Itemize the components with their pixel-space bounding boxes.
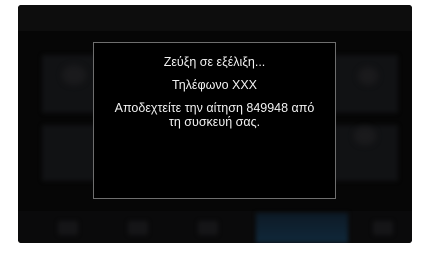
- pairing-status-title: Ζεύξη σε εξέλιξη...: [163, 55, 266, 69]
- pairing-instruction-line: Αποδεχτείτε την αίτηση 849948 από: [114, 101, 315, 115]
- pairing-dialog: Ζεύξη σε εξέλιξη... Τηλέφωνο XXX Αποδεχτ…: [93, 42, 336, 199]
- dimmed-bottom-icon: [128, 221, 148, 235]
- dimmed-tile-icon: [354, 127, 376, 145]
- dimmed-tile-icon: [358, 67, 378, 85]
- pairing-instruction-line: τη συσκευή σας.: [168, 115, 261, 129]
- pairing-instruction: Αποδεχτείτε την αίτηση 849948 από τη συσ…: [94, 101, 335, 129]
- dimmed-status-bar: [18, 5, 412, 31]
- dimmed-bottom-icon: [373, 221, 393, 235]
- dimmed-bottom-icon: [198, 221, 218, 235]
- dimmed-tile-icon: [62, 65, 86, 85]
- device-name: Τηλέφωνο XXX: [171, 78, 258, 92]
- infotainment-screen: Ζεύξη σε εξέλιξη... Τηλέφωνο XXX Αποδεχτ…: [18, 5, 412, 243]
- dimmed-bottom-icon: [58, 221, 78, 235]
- dimmed-active-bottom-tab: [256, 213, 348, 243]
